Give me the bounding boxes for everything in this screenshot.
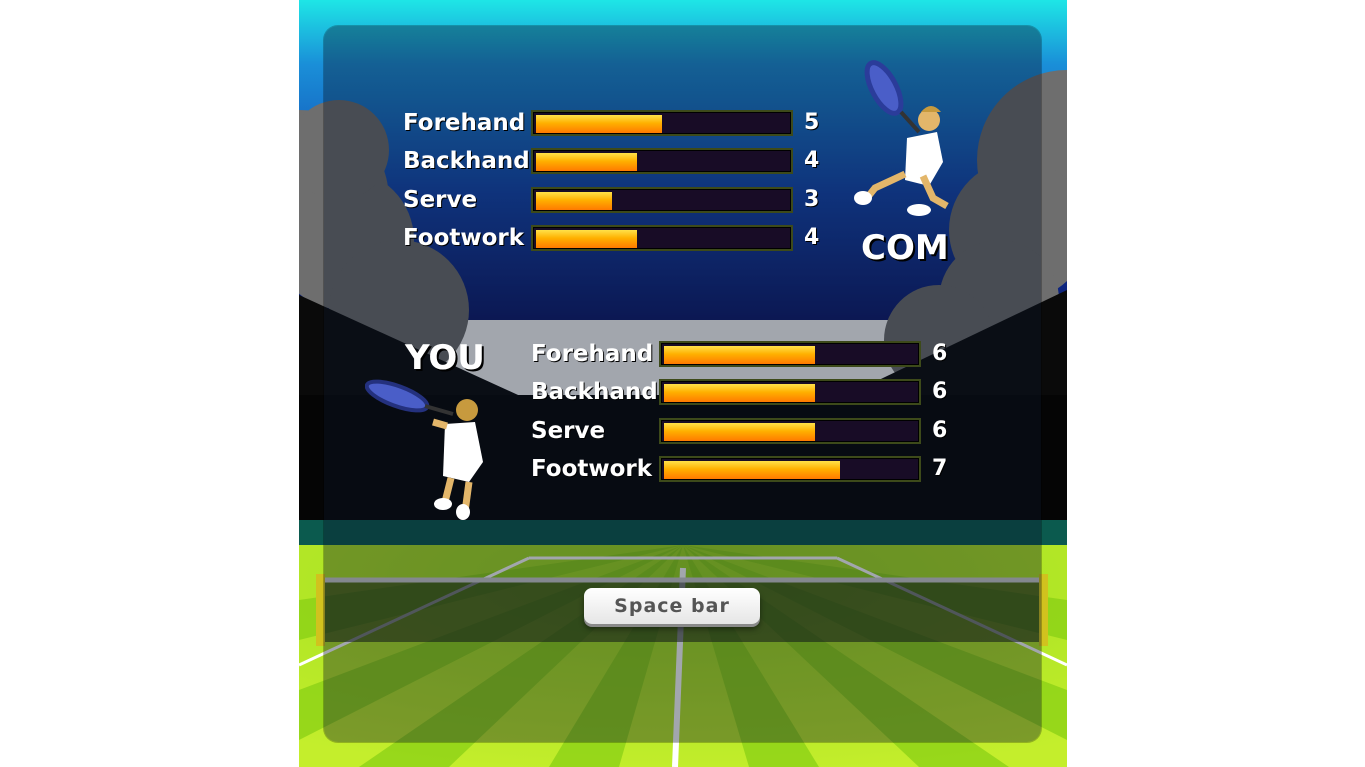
you-stat-bar-fill (664, 346, 815, 364)
com-stat-bar (531, 110, 793, 136)
you-stat-bar-fill (664, 423, 815, 441)
com-stat-label: Forehand (403, 110, 526, 136)
com-stat-value: 4 (804, 225, 820, 250)
you-stat-label: Backhand (531, 379, 658, 405)
com-player-icon (854, 60, 949, 216)
you-stat-bar (659, 341, 921, 367)
you-stat-label: Footwork (531, 456, 653, 482)
you-stat-bar (659, 456, 921, 482)
com-stat-bar-fill (536, 230, 637, 248)
com-stat-label: Footwork (403, 225, 525, 251)
you-player-icon (365, 379, 483, 520)
you-stat-bar-fill (664, 461, 840, 479)
you-stat-value: 7 (932, 456, 948, 481)
com-stat-value: 5 (804, 110, 820, 135)
com-stat-bar-fill (536, 115, 662, 133)
you-stat-value: 6 (932, 341, 948, 366)
you-stat-bar-fill (664, 384, 815, 402)
you-stat-bar (659, 418, 921, 444)
com-stat-bar-fill (536, 192, 612, 210)
you-stat-label: Serve (531, 418, 606, 444)
you-stat-label: Forehand (531, 341, 654, 367)
com-stat-label: Serve (403, 187, 478, 213)
you-stat-value: 6 (932, 379, 948, 404)
com-stat-value: 3 (804, 187, 820, 212)
com-stat-bar (531, 187, 793, 213)
com-stat-bar-fill (536, 153, 637, 171)
space-bar-button[interactable]: Space bar (584, 588, 760, 624)
com-stat-label: Backhand (403, 148, 530, 174)
you-stat-value: 6 (932, 418, 948, 443)
game-scene: COM YOU Forehand 5 Backhand 4 Serve 3 Fo… (299, 0, 1067, 767)
you-stat-bar (659, 379, 921, 405)
you-label: YOU (405, 338, 485, 378)
com-stat-bar (531, 148, 793, 174)
com-stat-bar (531, 225, 793, 251)
com-label: COM (861, 228, 949, 268)
com-stat-value: 4 (804, 148, 820, 173)
